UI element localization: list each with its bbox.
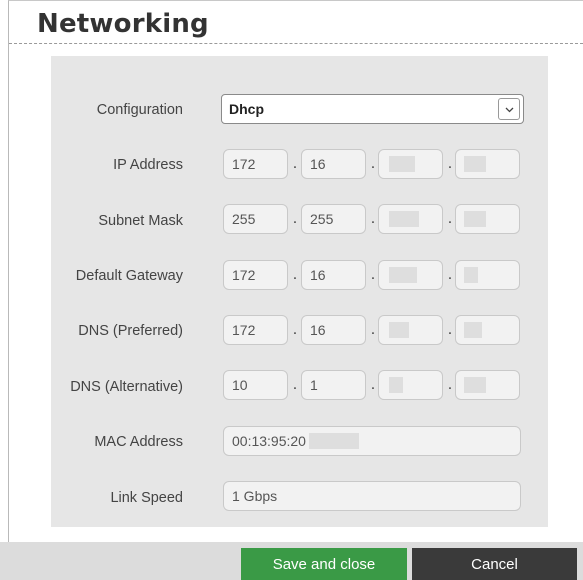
configuration-label: Configuration xyxy=(96,102,183,118)
redacted-value xyxy=(464,267,478,283)
redacted-value xyxy=(389,267,417,283)
octet-separator: . xyxy=(292,321,298,338)
redacted-value xyxy=(464,322,482,338)
subnet-mask-octet-3[interactable] xyxy=(378,204,443,234)
dns-preferred-octet-3[interactable] xyxy=(378,315,443,345)
networking-dialog: Networking Configuration Dhcp IP Address… xyxy=(8,0,583,580)
octet-separator: . xyxy=(447,155,453,172)
octet-separator: . xyxy=(292,155,298,172)
dns-alternative-octet-3[interactable] xyxy=(378,370,443,400)
dns-preferred-octet-2[interactable]: 16 xyxy=(301,315,366,345)
octet-separator: . xyxy=(370,210,376,227)
octet-separator: . xyxy=(370,321,376,338)
default-gateway-octet-3[interactable] xyxy=(378,260,443,290)
octet-separator: . xyxy=(292,210,298,227)
redacted-value xyxy=(309,433,359,449)
default-gateway-octet-1[interactable]: 172 xyxy=(223,260,288,290)
redacted-value xyxy=(464,377,486,393)
title-divider xyxy=(9,43,583,44)
subnet-mask-label: Subnet Mask xyxy=(98,213,183,229)
default-gateway-octet-2[interactable]: 16 xyxy=(301,260,366,290)
subnet-mask-octet-2[interactable]: 255 xyxy=(301,204,366,234)
redacted-value xyxy=(389,322,409,338)
redacted-value xyxy=(464,156,486,172)
dns-alternative-label: DNS (Alternative) xyxy=(70,379,183,395)
configuration-dropdown-button[interactable] xyxy=(498,98,520,120)
dns-preferred-octet-4[interactable] xyxy=(455,315,520,345)
dns-alternative-octet-1[interactable]: 10 xyxy=(223,370,288,400)
configuration-select[interactable]: Dhcp xyxy=(221,94,524,124)
dns-alternative-octet-2[interactable]: 1 xyxy=(301,370,366,400)
octet-separator: . xyxy=(370,376,376,393)
dns-preferred-label: DNS (Preferred) xyxy=(78,323,183,339)
redacted-value xyxy=(464,211,486,227)
octet-separator: . xyxy=(370,266,376,283)
default-gateway-label: Default Gateway xyxy=(75,268,183,284)
default-gateway-octet-4[interactable] xyxy=(455,260,520,290)
ip-address-octet-2[interactable]: 16 xyxy=(301,149,366,179)
dns-alternative-octet-4[interactable] xyxy=(455,370,520,400)
ip-address-octet-1[interactable]: 172 xyxy=(223,149,288,179)
mac-address-field: 00:13:95:20 xyxy=(223,426,521,456)
network-settings-panel: Configuration Dhcp IP Address 172 . 16 .… xyxy=(51,56,548,527)
octet-separator: . xyxy=(292,376,298,393)
cancel-button[interactable]: Cancel xyxy=(412,548,577,580)
subnet-mask-octet-4[interactable] xyxy=(455,204,520,234)
subnet-mask-octet-1[interactable]: 255 xyxy=(223,204,288,234)
mac-address-value: 00:13:95:20 xyxy=(232,433,306,449)
configuration-value: Dhcp xyxy=(229,101,264,117)
redacted-value xyxy=(389,156,415,172)
redacted-value xyxy=(389,211,419,227)
redacted-value xyxy=(389,377,403,393)
chevron-down-icon xyxy=(505,107,514,113)
octet-separator: . xyxy=(447,321,453,338)
link-speed-field: 1 Gbps xyxy=(223,481,521,511)
octet-separator: . xyxy=(292,266,298,283)
dns-preferred-octet-1[interactable]: 172 xyxy=(223,315,288,345)
ip-address-label: IP Address xyxy=(113,157,183,173)
ip-address-octet-4[interactable] xyxy=(455,149,520,179)
octet-separator: . xyxy=(447,210,453,227)
dialog-title: Networking xyxy=(37,9,209,39)
octet-separator: . xyxy=(447,376,453,393)
link-speed-label: Link Speed xyxy=(110,490,183,506)
octet-separator: . xyxy=(370,155,376,172)
mac-address-label: MAC Address xyxy=(94,434,183,450)
save-and-close-button[interactable]: Save and close xyxy=(241,548,407,580)
octet-separator: . xyxy=(447,266,453,283)
ip-address-octet-3[interactable] xyxy=(378,149,443,179)
